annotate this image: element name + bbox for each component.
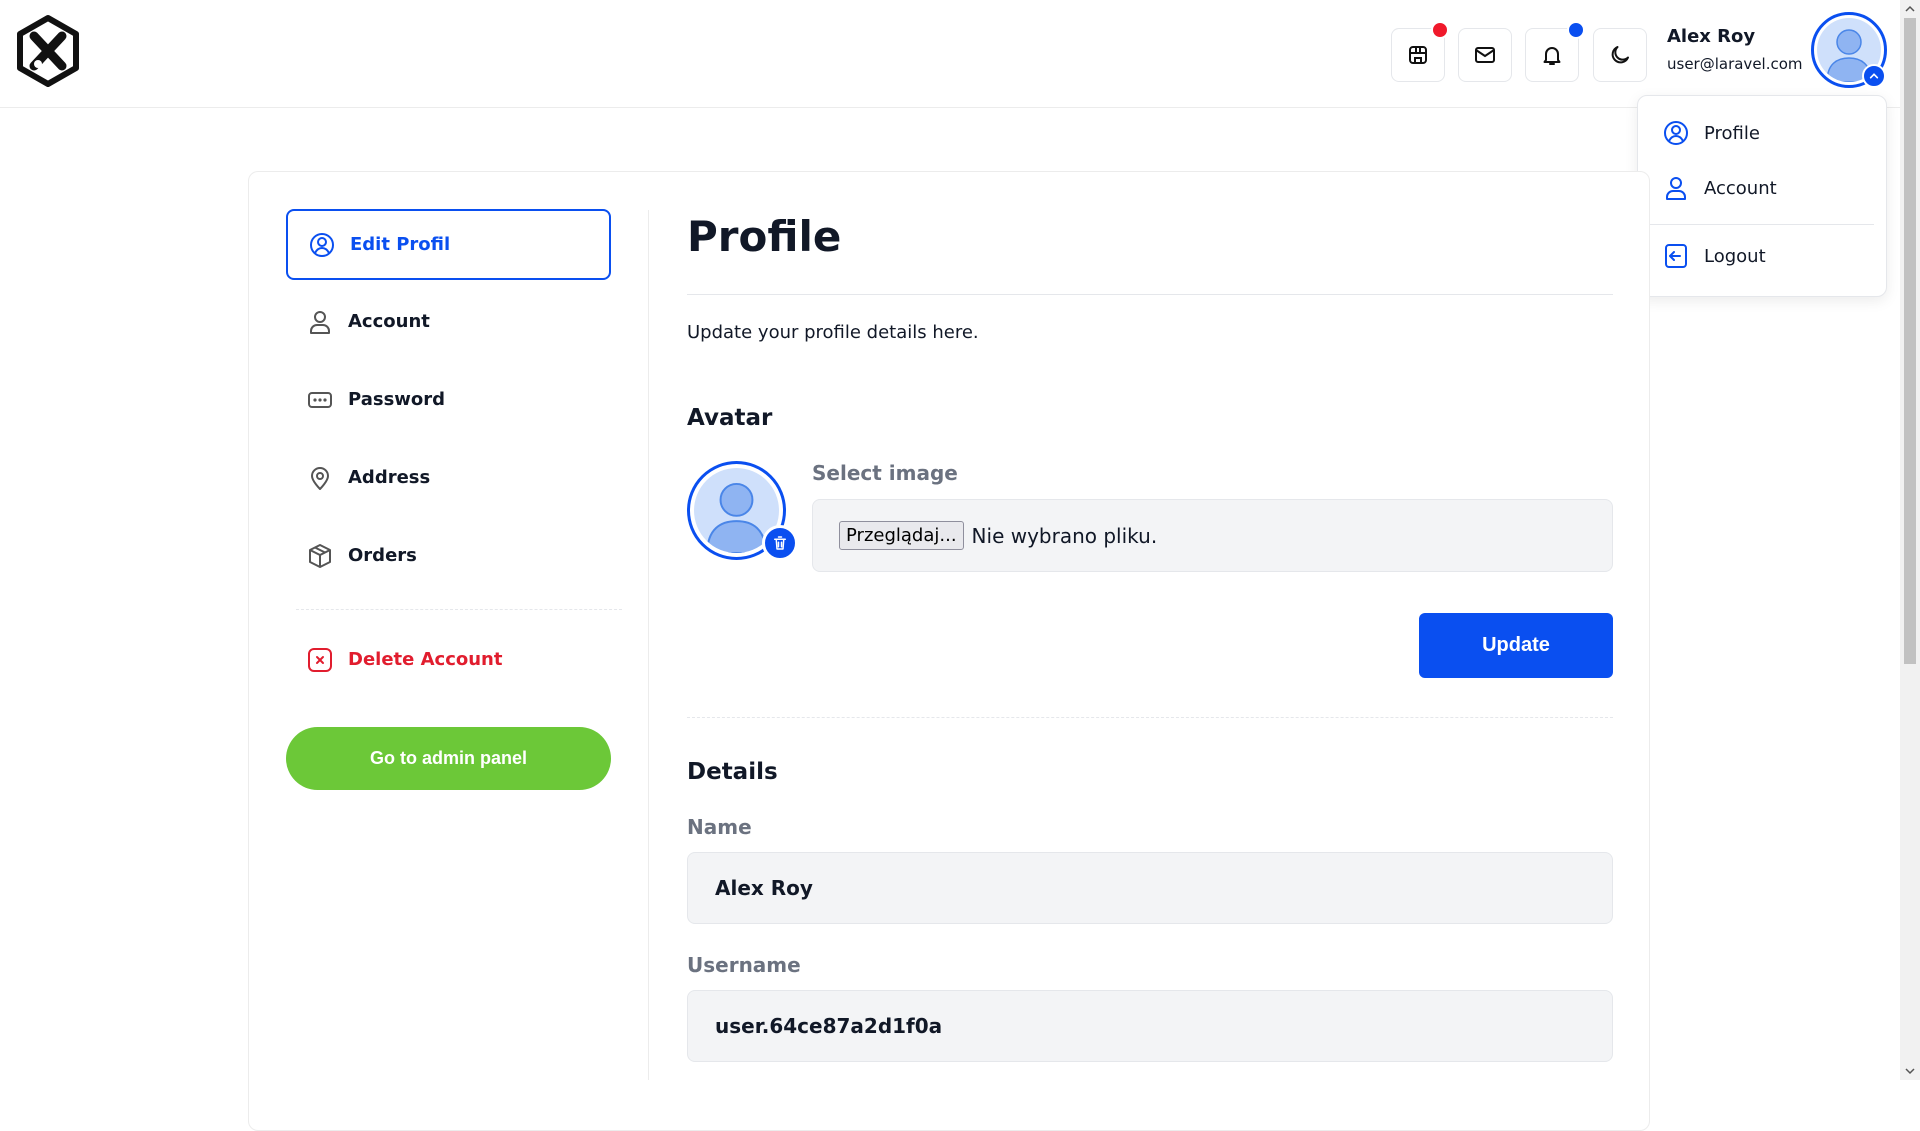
box-icon [309, 543, 331, 568]
logout-icon [1665, 244, 1687, 268]
sidebar-item-orders[interactable]: Orders [286, 520, 611, 591]
menu-item-profile[interactable]: Profile [1662, 119, 1760, 147]
store-icon [1409, 46, 1427, 64]
mail-button[interactable] [1458, 28, 1512, 82]
sidebar-separator [296, 609, 622, 610]
user-circle-icon [310, 232, 334, 257]
name-field[interactable]: Alex Roy [687, 852, 1613, 924]
sidebar-item-address[interactable]: Address [286, 442, 611, 513]
header-user-email: user@laravel.com [1667, 55, 1803, 73]
theme-toggle-button[interactable] [1593, 28, 1647, 82]
store-notification-dot [1431, 21, 1449, 39]
password-icon [308, 391, 332, 408]
name-label: Name [687, 815, 752, 839]
header-user-name: Alex Roy [1667, 26, 1756, 47]
details-heading: Details [687, 759, 778, 785]
delete-avatar-button[interactable] [762, 525, 798, 561]
admin-panel-button[interactable]: Go to admin panel [286, 727, 611, 790]
avatar-heading: Avatar [687, 405, 773, 431]
sidebar-divider [648, 210, 649, 1080]
menu-item-label: Account [1704, 177, 1777, 199]
app-logo[interactable] [14, 14, 82, 88]
sidebar-item-label: Address [348, 467, 431, 488]
file-status: Nie wybrano pliku. [971, 523, 1158, 548]
chevron-up-icon[interactable] [1862, 64, 1886, 88]
scroll-up-icon[interactable] [1904, 3, 1916, 15]
user-menu-dropdown: Profile Account Logout [1637, 95, 1887, 297]
sidebar-item-label: Orders [348, 545, 417, 566]
sidebar-item-label: Edit Profil [350, 234, 451, 255]
page-subtitle: Update your profile details here. [687, 322, 979, 343]
update-button[interactable]: Update [1419, 613, 1613, 678]
username-field[interactable]: user.64ce87a2d1f0a [687, 990, 1613, 1062]
bell-icon [1543, 47, 1561, 65]
mail-icon [1475, 47, 1495, 63]
menu-item-account[interactable]: Account [1662, 174, 1777, 202]
select-image-label: Select image [812, 461, 958, 485]
delete-account-label: Delete Account [348, 649, 503, 670]
menu-item-logout[interactable]: Logout [1662, 242, 1766, 270]
moon-icon [1611, 46, 1629, 64]
browse-button[interactable]: Przeglądaj... [839, 521, 964, 550]
trash-icon [774, 536, 786, 550]
bell-notification-dot [1567, 21, 1585, 39]
close-square-icon [308, 647, 332, 672]
menu-item-label: Profile [1704, 122, 1760, 144]
sidebar-item-label: Account [348, 311, 430, 332]
top-header: Alex Roy user@laravel.com [0, 0, 1900, 108]
sidebar-item-label: Password [348, 389, 446, 410]
user-icon [310, 310, 330, 334]
sidebar-item-edit-profile[interactable]: Edit Profil [286, 209, 611, 280]
map-pin-icon [311, 466, 329, 490]
delete-account-button[interactable]: Delete Account [286, 624, 611, 695]
scroll-down-icon[interactable] [1904, 1065, 1916, 1077]
page-title: Profile [687, 212, 842, 261]
user-icon [1666, 177, 1686, 200]
menu-item-label: Logout [1704, 245, 1766, 267]
section-divider [687, 717, 1613, 718]
avatar-file-input[interactable]: Przeglądaj... Nie wybrano pliku. [812, 499, 1613, 572]
sidebar-item-password[interactable]: Password [286, 364, 611, 435]
scrollbar-thumb[interactable] [1904, 18, 1916, 664]
title-divider [687, 294, 1613, 295]
user-circle-icon [1664, 121, 1688, 145]
username-label: Username [687, 953, 801, 977]
sidebar-item-account[interactable]: Account [286, 286, 611, 357]
menu-divider [1650, 224, 1874, 225]
page-scrollbar[interactable] [1900, 0, 1920, 1080]
